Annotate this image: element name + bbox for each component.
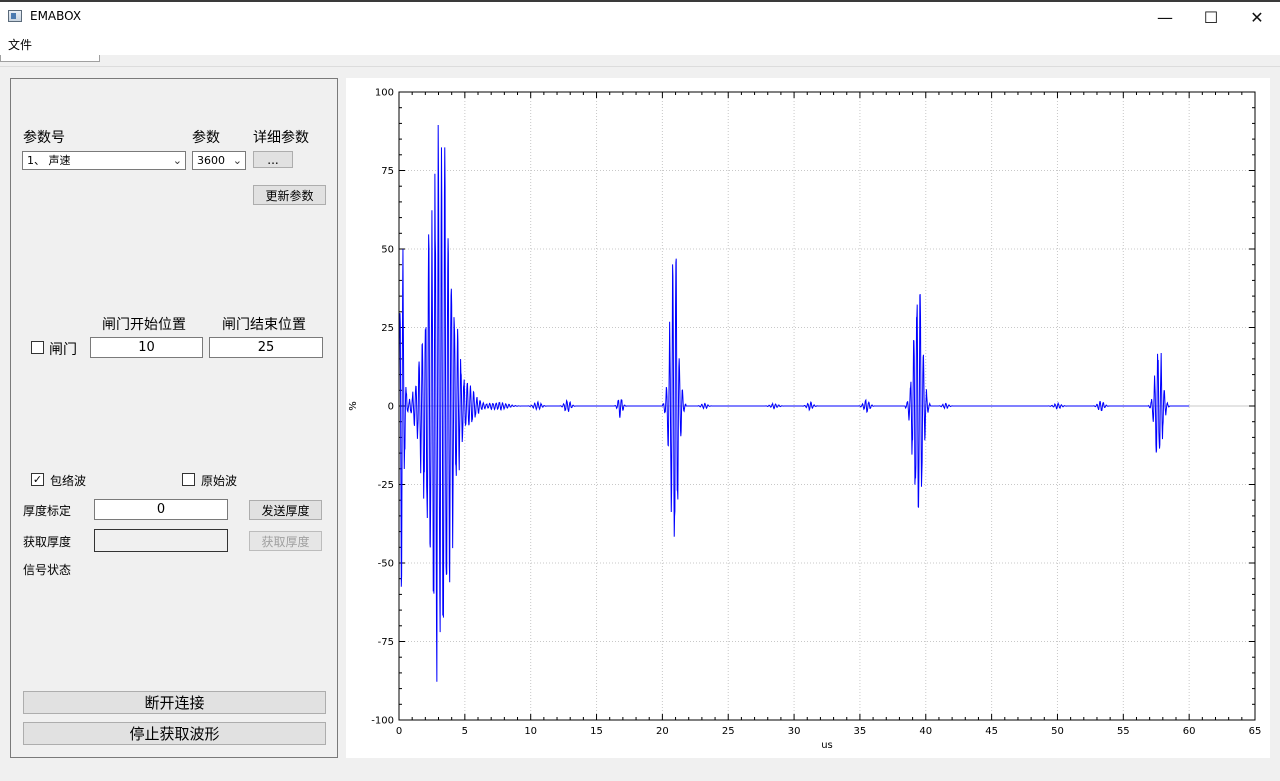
envelope-checkbox[interactable]: ✓: [31, 473, 44, 486]
x-tick-label: 45: [985, 726, 998, 737]
chevron-down-icon: ⌄: [232, 154, 242, 167]
title-bar: EMABOX — ☐ ✕: [0, 0, 1280, 33]
x-tick-label: 35: [854, 726, 867, 737]
x-tick-label: 50: [1051, 726, 1064, 737]
stop-wave-button[interactable]: 停止获取波形: [23, 722, 326, 745]
signal-status-label: 信号状态: [23, 563, 72, 577]
get-thickness-label: 获取厚度: [23, 535, 72, 549]
y-tick-label: 50: [381, 245, 394, 256]
param-label: 参数: [192, 130, 220, 146]
thickness-calib-label: 厚度标定: [23, 504, 72, 518]
window-title: EMABOX: [30, 9, 82, 23]
send-thickness-button[interactable]: 发送厚度: [249, 500, 322, 520]
x-tick-label: 0: [396, 726, 402, 737]
y-tick-label: 100: [375, 88, 394, 99]
minimize-button[interactable]: —: [1142, 2, 1188, 33]
x-axis-label: us: [821, 740, 833, 751]
x-tick-label: 10: [524, 726, 537, 737]
y-tick-label: -100: [371, 716, 394, 727]
waveform-series: [398, 124, 1190, 682]
waveform-chart: 0 5 10 15 20 25 30 35 40 45 50 55 60 65 100 75 50 25 0 -25 -…: [346, 78, 1270, 758]
raw-wave-label: 原始波: [201, 474, 238, 488]
x-tick-label: 15: [590, 726, 603, 737]
gate-start-label: 闸门开始位置: [102, 317, 186, 333]
param-no-value: 1、 声速: [27, 154, 71, 167]
update-param-button[interactable]: 更新参数: [253, 185, 326, 205]
thickness-calib-input[interactable]: 0: [94, 499, 228, 520]
toolbar-tab[interactable]: [0, 55, 100, 62]
disconnect-button[interactable]: 断开连接: [23, 691, 326, 714]
toolbar-strip: [0, 55, 1280, 67]
chevron-down-icon: ⌄: [172, 154, 182, 167]
y-axis-label: %: [348, 401, 359, 411]
x-tick-label: 65: [1249, 726, 1262, 737]
y-tick-label: 0: [388, 402, 394, 413]
param-no-label: 参数号: [23, 130, 65, 146]
y-tick-label: -75: [378, 637, 394, 648]
app-icon: [8, 10, 22, 22]
x-tick-label: 40: [919, 726, 932, 737]
x-tick-label: 20: [656, 726, 669, 737]
gate-end-label: 闸门结束位置: [222, 317, 306, 333]
detail-param-button[interactable]: ...: [253, 151, 293, 168]
x-tick-label: 5: [462, 726, 468, 737]
y-tick-label: -50: [378, 559, 394, 570]
x-tick-label: 25: [722, 726, 735, 737]
detail-param-label: 详细参数: [253, 130, 309, 146]
param-value-select[interactable]: 3600 ⌄: [192, 151, 246, 170]
maximize-button[interactable]: ☐: [1188, 2, 1234, 33]
envelope-label: 包络波: [50, 474, 87, 488]
x-tick-label: 30: [788, 726, 801, 737]
y-tick-label: 25: [381, 323, 394, 334]
y-tick-label: 75: [381, 166, 394, 177]
waveform-plot: 0 5 10 15 20 25 30 35 40 45 50 55 60 65 100 75 50 25 0 -25 -…: [348, 88, 1262, 752]
param-no-select[interactable]: 1、 声速 ⌄: [22, 151, 186, 170]
x-tick-label: 55: [1117, 726, 1130, 737]
y-tick-label: -25: [378, 480, 394, 491]
control-panel: 参数号 参数 详细参数 1、 声速 ⌄ 3600 ⌄ ... 更新参数 闸门开始…: [10, 78, 338, 758]
param-value: 3600: [197, 154, 225, 167]
get-thickness-button[interactable]: 获取厚度: [249, 531, 322, 551]
x-tick-label: 60: [1183, 726, 1196, 737]
close-button[interactable]: ✕: [1234, 2, 1280, 33]
gate-checkbox-label: 闸门: [49, 342, 77, 358]
menu-file[interactable]: 文件: [8, 36, 32, 53]
gate-end-input[interactable]: 25: [209, 337, 323, 358]
get-thickness-output: [94, 529, 228, 552]
raw-wave-checkbox[interactable]: [182, 473, 195, 486]
gate-start-input[interactable]: 10: [90, 337, 203, 358]
menu-bar: 文件: [0, 33, 1280, 55]
gate-checkbox[interactable]: [31, 341, 44, 354]
